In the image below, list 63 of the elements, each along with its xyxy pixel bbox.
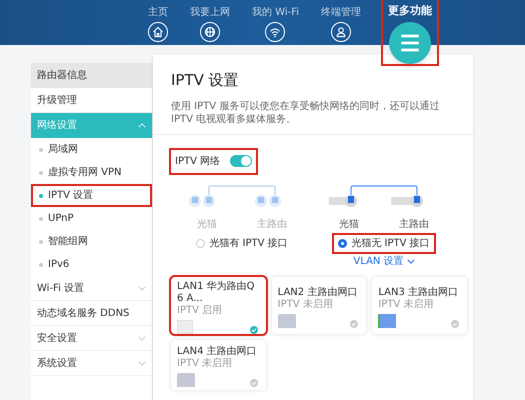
radio-option[interactable]: 光猫无 IPTV 接口 bbox=[334, 234, 434, 252]
checkmark-icon bbox=[450, 320, 459, 328]
port-card[interactable]: LAN2 主路由网口 IPTV 未启用 bbox=[272, 276, 366, 334]
chevron-down-icon bbox=[138, 286, 146, 290]
radio-icon bbox=[196, 238, 206, 248]
bullet-icon bbox=[39, 148, 43, 152]
wifi-icon bbox=[265, 22, 286, 42]
checkmark-icon bbox=[250, 326, 258, 334]
bullet-icon bbox=[39, 216, 43, 220]
toggle-label: IPTV 网络 bbox=[175, 154, 220, 168]
chevron-up-icon bbox=[138, 123, 146, 128]
bullet-icon bbox=[39, 170, 43, 174]
sidebar-item[interactable]: 安全设置 bbox=[31, 326, 152, 351]
bullet-icon bbox=[39, 194, 43, 198]
nav-tab[interactable]: 我要上网 bbox=[190, 0, 230, 45]
port-name: LAN4 主路由网口 bbox=[177, 346, 258, 358]
nav-tab[interactable]: 终端管理 bbox=[321, 0, 362, 45]
checkmark-icon bbox=[250, 379, 258, 387]
port-name: LAN3 主路由网口 bbox=[378, 286, 459, 298]
port-card[interactable]: LAN4 主路由网口 IPTV 未启用 bbox=[171, 340, 266, 390]
port-card[interactable]: LAN1 华为路由Q6 A... IPTV 启用 bbox=[171, 276, 266, 334]
sidebar-subitem[interactable]: 虚拟专用网 VPN bbox=[31, 161, 152, 184]
chevron-down-icon bbox=[138, 360, 146, 366]
sidebar-subitem[interactable]: 智能组网 bbox=[31, 230, 152, 253]
port-card[interactable]: LAN3 主路由网口 IPTV 未启用 bbox=[372, 276, 467, 334]
ethernet-port-icon bbox=[378, 314, 396, 328]
port-status: IPTV 启用 bbox=[177, 304, 224, 316]
globe-icon bbox=[200, 22, 220, 42]
home-icon bbox=[148, 22, 168, 42]
chevron-down-icon bbox=[138, 336, 146, 340]
port-name: LAN1 华为路由Q6 A... bbox=[177, 280, 256, 304]
sidebar-subitem[interactable]: 局域网 bbox=[31, 138, 152, 161]
port-status: IPTV 未启用 bbox=[177, 358, 234, 370]
description-text: 使用 IPTV 服务可以使您在享受畅快网络的同时，还可以通过 IPTV 电视观看多媒体服务。 bbox=[171, 100, 440, 126]
chevron-down-icon bbox=[406, 258, 415, 264]
sidebar-item[interactable]: Wi-Fi 设置 bbox=[31, 276, 152, 301]
bullet-icon bbox=[39, 240, 43, 244]
port-status: IPTV 未启用 bbox=[378, 298, 434, 310]
page-title: IPTV 设置 bbox=[171, 70, 240, 91]
sidebar-subitem[interactable]: IPv6 bbox=[31, 253, 152, 276]
ethernet-port-icon bbox=[278, 314, 296, 328]
sidebar-subitem[interactable]: IPTV 设置 bbox=[31, 184, 152, 207]
sidebar-item[interactable]: 系统设置 bbox=[31, 351, 152, 376]
sidebar-item[interactable]: 动态域名服务 DDNS bbox=[31, 301, 152, 326]
nav-tab[interactable]: 我的 Wi-Fi bbox=[252, 0, 300, 45]
radio-icon bbox=[338, 238, 348, 248]
device-label: 光猫 bbox=[339, 218, 359, 232]
vlan-settings-link[interactable]: VLAN 设置 bbox=[353, 254, 415, 268]
radio-option[interactable]: 光猫有 IPTV 接口 bbox=[192, 234, 292, 252]
sidebar-subitem[interactable]: UPnP bbox=[31, 207, 152, 230]
toggle-switch[interactable] bbox=[230, 155, 252, 167]
nav-tab[interactable]: 主页 bbox=[148, 0, 168, 45]
device-label: 主路由 bbox=[399, 218, 429, 232]
bullet-icon bbox=[39, 262, 43, 266]
device-icon bbox=[177, 320, 193, 334]
port-status: IPTV 未启用 bbox=[278, 298, 334, 310]
checkmark-icon bbox=[350, 320, 358, 328]
device-label: 光猫 bbox=[197, 218, 217, 232]
sidebar-item[interactable]: 路由器信息 bbox=[31, 63, 152, 88]
port-name: LAN2 主路由网口 bbox=[278, 286, 358, 298]
user-icon bbox=[331, 22, 352, 42]
device-label: 主路由 bbox=[257, 218, 287, 232]
ethernet-port-icon bbox=[177, 373, 195, 387]
